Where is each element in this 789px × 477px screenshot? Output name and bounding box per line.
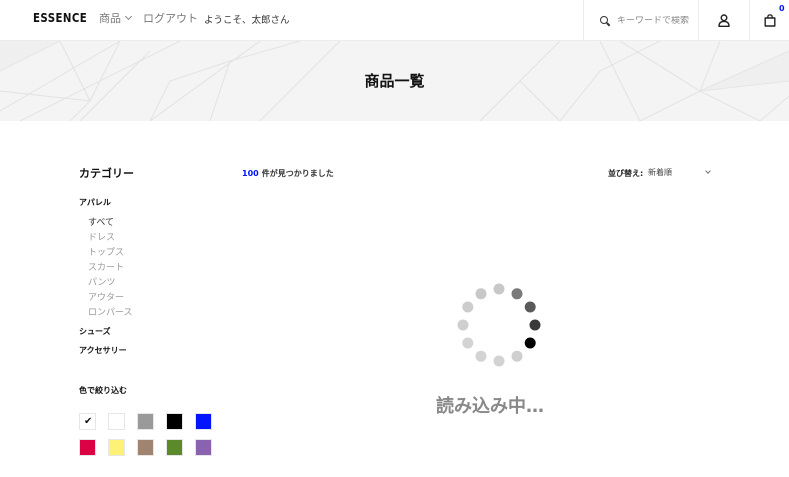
- color-swatch[interactable]: [108, 413, 125, 430]
- user-icon: [718, 14, 730, 27]
- cart-icon: [764, 14, 775, 27]
- color-swatch[interactable]: [137, 413, 154, 430]
- sort-select[interactable]: 新着順: [648, 167, 711, 178]
- spinner-dot: [462, 337, 474, 349]
- subcategory-rompers[interactable]: ロンパース: [88, 305, 133, 318]
- result-count-number: 100: [242, 169, 259, 178]
- spinner-dot: [511, 288, 523, 300]
- search-box: [583, 0, 698, 41]
- spinner-dot: [511, 350, 523, 362]
- color-swatch[interactable]: [137, 439, 154, 456]
- result-count-label: 件が見つかりました: [261, 169, 334, 178]
- search-icon[interactable]: [600, 16, 609, 25]
- color-swatch[interactable]: [166, 413, 183, 430]
- welcome-text: ようこそ、太郎さん: [204, 15, 290, 26]
- color-swatch[interactable]: [79, 439, 96, 456]
- chevron-down-icon: [124, 12, 133, 21]
- color-swatch[interactable]: [108, 439, 125, 456]
- spinner-dot: [457, 319, 469, 331]
- spinner-dot: [529, 319, 541, 331]
- spinner-dot: [462, 301, 474, 313]
- color-filter-heading: 色で絞り込む: [79, 386, 127, 395]
- color-swatch[interactable]: [195, 413, 212, 430]
- spinner-dot: [524, 337, 536, 349]
- category-shoes[interactable]: シューズ: [79, 326, 111, 337]
- spinner-dot: [493, 355, 505, 367]
- check-icon: ✔: [84, 416, 93, 427]
- spinner-dot: [475, 288, 487, 300]
- page-title: 商品一覧: [364, 72, 425, 90]
- page-hero: 商品一覧: [0, 41, 789, 121]
- site-logo[interactable]: ESSENCE: [33, 11, 87, 25]
- category-sidebar: カテゴリー アパレル すべて ドレス トップス スカート パンツ アウター ロン…: [79, 165, 239, 456]
- category-apparel[interactable]: アパレル: [79, 197, 111, 208]
- nav-products-label: 商品: [99, 12, 121, 25]
- nav-products[interactable]: 商品: [99, 10, 133, 26]
- loading-spinner-icon: [457, 283, 541, 367]
- sort-label: 並び替え:: [608, 169, 644, 178]
- subcategory-all[interactable]: すべて: [88, 215, 114, 228]
- category-accessories[interactable]: アクセサリー: [79, 345, 127, 356]
- category-heading: カテゴリー: [79, 167, 134, 180]
- color-swatch[interactable]: ✔: [79, 413, 96, 430]
- cart-button[interactable]: 0: [749, 0, 789, 41]
- color-swatch[interactable]: [195, 439, 212, 456]
- result-count: 100 件が見つかりました: [242, 168, 334, 179]
- user-button[interactable]: [698, 0, 749, 41]
- loading-text: 読み込み中…: [436, 396, 544, 417]
- subcategory-pants[interactable]: パンツ: [88, 275, 115, 288]
- nav-logout[interactable]: ログアウト: [143, 10, 198, 26]
- sort-selected-value: 新着順: [648, 168, 672, 177]
- spinner-dot: [493, 283, 505, 295]
- spinner-dot: [524, 301, 536, 313]
- subcategory-outerwear[interactable]: アウター: [88, 290, 124, 303]
- search-input[interactable]: [617, 15, 697, 26]
- subcategory-tops[interactable]: トップス: [88, 245, 124, 258]
- cart-count-badge: 0: [779, 4, 785, 13]
- spinner-dot: [475, 350, 487, 362]
- site-header: ESSENCE 商品 ログアウト ようこそ、太郎さん 0: [0, 0, 789, 41]
- subcategory-dresses[interactable]: ドレス: [88, 230, 115, 243]
- chevron-down-icon: [705, 168, 711, 174]
- color-swatch[interactable]: [166, 439, 183, 456]
- subcategory-skirts[interactable]: スカート: [88, 260, 124, 273]
